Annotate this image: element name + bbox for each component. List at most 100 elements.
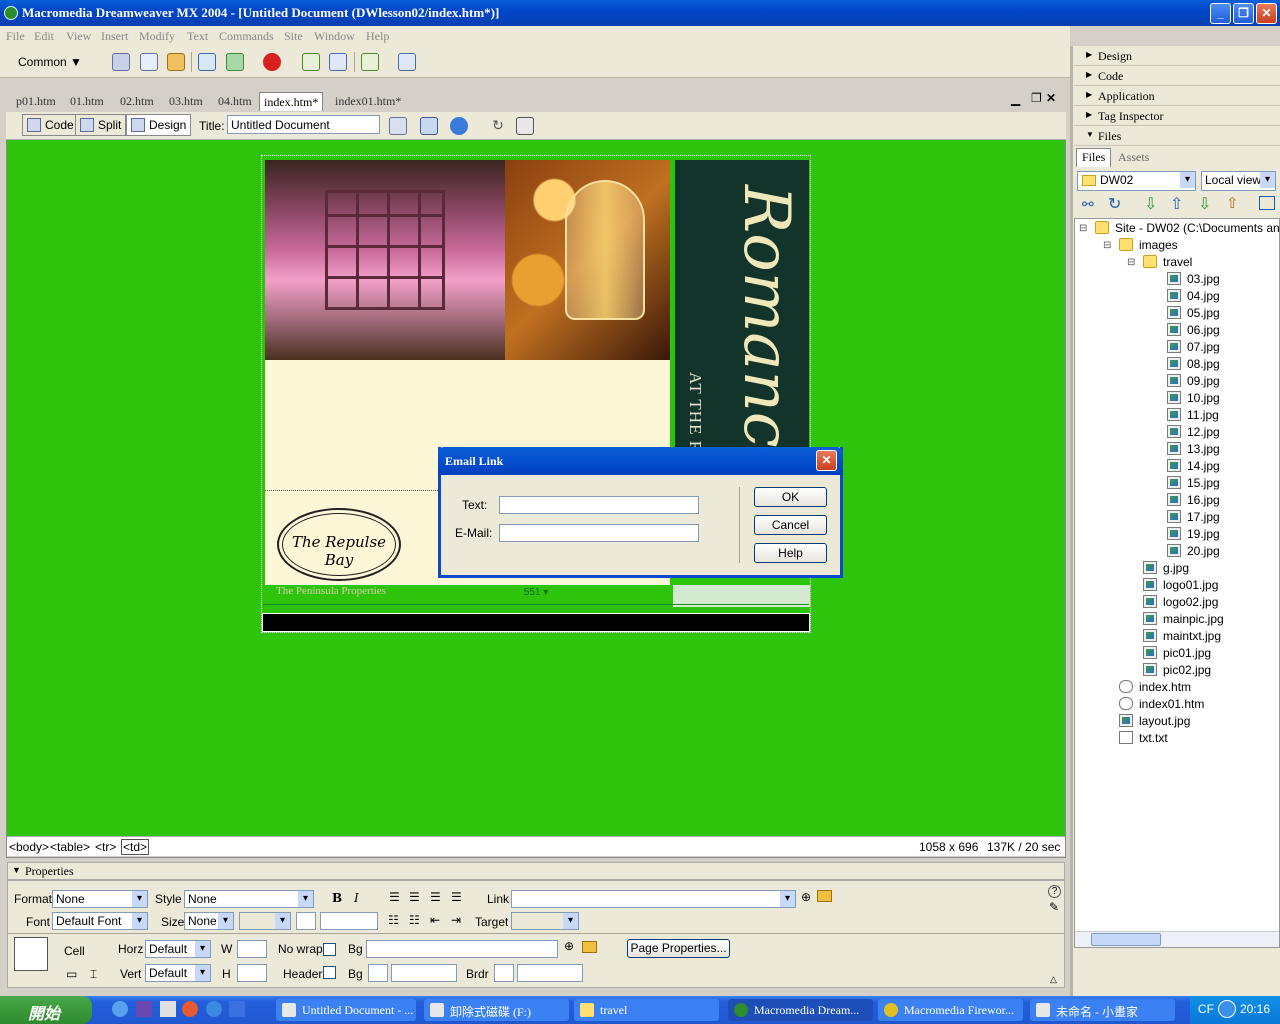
date-icon[interactable] [302,53,320,71]
border-color-swatch[interactable] [494,964,514,982]
romance-banner[interactable]: Romance AT THE R [675,160,809,486]
point-to-file-icon-2[interactable]: ⊕ [564,939,574,953]
table-width-label[interactable]: 551 ▾ [263,587,809,598]
tree-file[interactable]: 15.jpg [1167,475,1220,492]
menu-file[interactable]: File [6,29,25,44]
tab-03[interactable]: 03.htm [165,92,207,111]
scroll-thumb[interactable] [1091,933,1161,946]
tag-td[interactable]: <td> [121,839,150,855]
text-color-swatch[interactable] [296,912,316,930]
size-select[interactable]: None [184,912,234,930]
comment-icon[interactable] [329,53,347,71]
tab-p01[interactable]: p01.htm [12,92,60,111]
expand-panel-icon[interactable] [1259,196,1275,210]
collapse-node-icon[interactable]: ⊟ [1103,237,1111,254]
bg-image-input[interactable] [366,940,558,958]
window-size[interactable]: 1058 x 696 [919,840,978,854]
tree-folder-images[interactable]: ⊟ images [1103,237,1178,254]
tree-file[interactable]: 16.jpg [1167,492,1220,509]
dialog-close-icon[interactable]: ✕ [816,450,837,471]
table-icon[interactable] [198,53,216,71]
tab-04[interactable]: 04.htm [214,92,256,111]
menu-view[interactable]: View [66,29,91,44]
maximize-button[interactable]: ❐ [1233,3,1254,24]
insert-category[interactable]: Common ▼ [18,55,82,69]
panel-files[interactable]: Files [1074,126,1280,146]
tree-file[interactable]: 11.jpg [1167,407,1219,424]
menu-window[interactable]: Window [314,29,355,44]
tree-file[interactable]: 19.jpg [1167,526,1220,543]
tree-file[interactable]: index.htm [1119,679,1191,696]
put-files-icon[interactable]: ⇧ [1170,194,1183,214]
nowrap-checkbox[interactable] [323,943,336,956]
text-color-input[interactable] [320,912,378,930]
email-link-icon[interactable] [140,53,158,71]
site-select[interactable]: DW02 [1077,171,1196,191]
photo-champagne[interactable] [505,160,670,360]
tag-body[interactable]: <body> [9,840,49,854]
bg-color-swatch[interactable] [368,964,388,982]
task-dreamweaver[interactable]: Macromedia Dream... [728,999,873,1021]
photo-window-view[interactable] [265,160,505,360]
doc-restore-button[interactable]: ❐ [1031,91,1042,105]
connect-icon[interactable]: ⚯ [1082,196,1094,213]
tree-site-root[interactable]: ⊟ Site - DW02 (C:\Documents and S [1079,220,1279,237]
collapse-node-icon[interactable]: ⊟ [1127,254,1135,271]
document-title-input[interactable] [227,115,380,134]
tree-file[interactable]: txt.txt [1119,730,1168,747]
height-input[interactable] [237,964,267,982]
tree-file[interactable]: g.jpg [1143,560,1189,577]
tree-file[interactable]: 13.jpg [1167,441,1220,458]
repulse-bay-logo[interactable]: The Repulse Bay [277,508,401,581]
quick-launch-icon-2[interactable] [136,1001,152,1017]
tree-file[interactable]: 09.jpg [1167,373,1220,390]
tag-chooser-icon[interactable] [398,53,416,71]
quick-launch-icon-5[interactable] [206,1001,222,1017]
panel-design[interactable]: Design [1074,46,1280,66]
align-right-icon[interactable]: ☰ [430,890,441,904]
refresh-icon[interactable]: ↻ [489,117,507,135]
panel-tag-inspector[interactable]: Tag Inspector [1074,106,1280,126]
minimize-button[interactable]: _ [1210,3,1231,24]
split-view-button[interactable]: Split [75,114,127,136]
task-removable-disk[interactable]: 卸除式磁碟 (F:) [424,999,569,1021]
tag-tr[interactable]: <tr> [95,840,116,854]
tree-file[interactable]: index01.htm [1119,696,1204,713]
border-color-input[interactable] [517,964,583,982]
collapse-icon[interactable]: △ [1050,974,1057,985]
task-untitled-document[interactable]: Untitled Document - ... [276,999,416,1021]
tab-index01[interactable]: index01.htm* [331,92,405,111]
task-fireworks[interactable]: Macromedia Firewor... [878,999,1023,1021]
panel-code[interactable]: Code [1074,66,1280,86]
ie-icon[interactable] [112,1001,128,1017]
align-center-icon[interactable]: ☰ [409,890,420,904]
cancel-button[interactable]: Cancel [754,515,827,535]
task-paint[interactable]: 未命名 - 小畫家 [1030,999,1175,1021]
close-button[interactable]: ✕ [1256,3,1277,24]
tree-file[interactable]: 05.jpg [1167,305,1220,322]
style-select[interactable]: None [184,890,314,908]
width-input[interactable] [237,940,267,958]
horz-select[interactable]: Default [145,940,211,958]
design-view-button[interactable]: Design [126,114,192,136]
properties-header[interactable]: ▼ Properties [7,862,1065,880]
page-properties-button[interactable]: Page Properties... [627,939,730,958]
tree-file[interactable]: 03.jpg [1167,271,1220,288]
unordered-list-icon[interactable]: ☷ [388,913,399,927]
quick-tag-editor-icon[interactable]: ✎ [1049,900,1059,914]
preview-browser-icon[interactable] [450,117,468,135]
quick-launch-icon-4[interactable] [182,1001,198,1017]
language-indicator[interactable]: CF [1198,1002,1214,1016]
check-browser-icon[interactable] [389,117,407,135]
tree-horizontal-scrollbar[interactable] [1075,931,1279,947]
tree-file[interactable]: pic02.jpg [1143,662,1211,679]
browse-folder-icon[interactable] [817,890,832,902]
indent-icon[interactable]: ⇥ [451,913,461,927]
tree-file[interactable]: logo02.jpg [1143,594,1218,611]
tree-file[interactable]: 06.jpg [1167,322,1220,339]
media-flash-icon[interactable] [263,53,281,71]
tab-01[interactable]: 01.htm [66,92,108,111]
tree-file[interactable]: maintxt.jpg [1143,628,1221,645]
tray-chevron-icon[interactable] [1218,1000,1236,1018]
check-in-icon[interactable]: ⇧ [1226,194,1239,212]
